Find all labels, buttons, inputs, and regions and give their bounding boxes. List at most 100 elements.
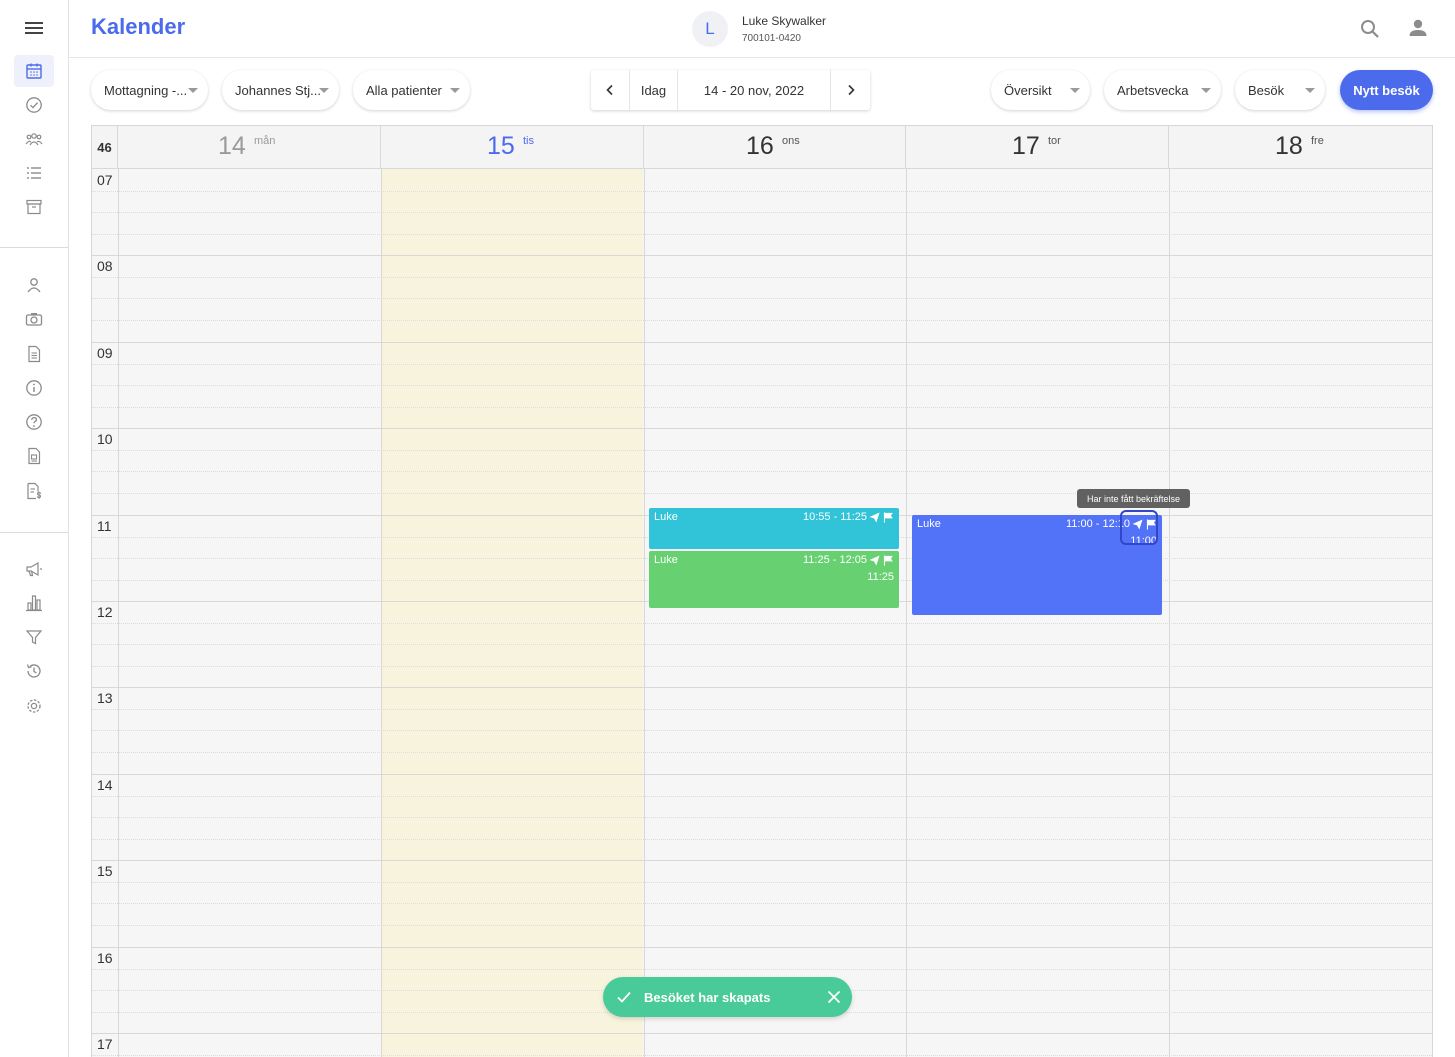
archive-icon: [26, 199, 42, 215]
column-divider: [1169, 169, 1170, 1057]
sidebar-item-statistics[interactable]: [21, 590, 47, 616]
patient-name[interactable]: Luke Skywalker: [742, 14, 826, 28]
user-account-icon[interactable]: [1406, 16, 1430, 40]
new-visit-button[interactable]: Nytt besök: [1340, 70, 1433, 110]
hour-line: [92, 860, 1432, 861]
hour-label: 16: [97, 950, 113, 966]
sidebar-item-filter[interactable]: [21, 624, 47, 650]
next-week-button[interactable]: [831, 70, 870, 110]
sidebar-item-info[interactable]: [21, 375, 47, 401]
day-name: tis: [523, 135, 534, 147]
patients-select[interactable]: Alla patienter: [353, 70, 470, 110]
camera-icon: [25, 313, 43, 326]
period-select[interactable]: Arbetsvecka: [1104, 70, 1221, 110]
quarter-line: [92, 969, 1432, 970]
quarter-line: [92, 320, 1432, 321]
event-time: 11:25 - 12:05: [802, 554, 867, 566]
sidebar-item-tasks[interactable]: [21, 92, 47, 118]
day-header-mon[interactable]: 14 mån: [118, 126, 381, 169]
sidebar-divider: [0, 247, 68, 248]
quarter-line: [92, 925, 1432, 926]
close-icon[interactable]: [826, 989, 842, 1005]
sidebar-item-archive[interactable]: [21, 194, 47, 220]
caret-down-icon: [1070, 88, 1080, 93]
clinic-select[interactable]: Mottagning -...: [91, 70, 208, 110]
flag-icon[interactable]: [883, 512, 894, 523]
history-icon: [26, 664, 41, 678]
date-navigator: Idag 14 - 20 nov, 2022: [591, 70, 870, 110]
send-icon[interactable]: [869, 512, 880, 523]
sidebar-item-help[interactable]: [21, 409, 47, 435]
today-button[interactable]: Idag: [630, 70, 678, 110]
megaphone-icon: [26, 561, 42, 577]
caret-down-icon: [188, 88, 198, 93]
info-icon: [26, 380, 42, 396]
gear-icon: [27, 699, 41, 713]
page-title: Kalender: [91, 14, 186, 39]
period-select-value: Arbetsvecka: [1117, 82, 1189, 98]
view-type-select[interactable]: Besök: [1235, 70, 1325, 110]
event-patient: Luke: [654, 554, 678, 566]
quarter-line: [92, 903, 1432, 904]
sidebar-item-groups[interactable]: [21, 126, 47, 152]
search-icon[interactable]: [1358, 17, 1382, 41]
overview-select[interactable]: Översikt: [991, 70, 1090, 110]
focus-ring: [1120, 510, 1158, 545]
previous-week-button[interactable]: [591, 70, 630, 110]
event-time: 10:55 - 11:25: [802, 511, 867, 523]
sidebar-item-history[interactable]: [21, 658, 47, 684]
hour-label: 11: [97, 518, 112, 534]
invoice-icon: [27, 482, 42, 500]
quarter-line: [92, 644, 1432, 645]
day-header-wed[interactable]: 16 ons: [644, 126, 906, 169]
day-number: 14: [218, 132, 246, 160]
app-header: Kalender L Luke Skywalker 700101-0420: [69, 0, 1455, 58]
filter-icon: [25, 630, 43, 645]
calendar-grid[interactable]: 07 08 09 10 11 12 13 14 15 16 17: [92, 169, 1432, 1057]
hour-line: [92, 947, 1432, 948]
day-name: ons: [782, 135, 800, 147]
clinic-select-value: Mottagning -...: [104, 82, 188, 98]
column-divider: [118, 169, 119, 1057]
day-header-thu[interactable]: 17 tor: [906, 126, 1169, 169]
caret-down-icon: [450, 88, 460, 93]
quarter-line: [92, 623, 1432, 624]
practitioner-select-value: Johannes Stj...: [235, 82, 321, 98]
visit-event[interactable]: Luke 10:55 - 11:25: [649, 508, 899, 549]
visit-event[interactable]: Luke 11:25 - 12:05 11:25: [649, 551, 899, 608]
send-icon[interactable]: [869, 555, 880, 566]
caret-down-icon: [1201, 88, 1211, 93]
day-name: fre: [1311, 135, 1324, 147]
day-name: tor: [1048, 135, 1061, 147]
quarter-line: [92, 450, 1432, 451]
sidebar-item-photos[interactable]: [21, 306, 47, 332]
sidebar-item-calendar[interactable]: [14, 55, 54, 87]
day-header-fri[interactable]: 18 fre: [1169, 126, 1432, 169]
quarter-line: [92, 796, 1432, 797]
hamburger-menu-icon[interactable]: [24, 18, 44, 38]
date-range-label[interactable]: 14 - 20 nov, 2022: [678, 70, 831, 110]
quarter-line: [92, 234, 1432, 235]
sidebar-item-invoices[interactable]: [21, 478, 47, 504]
avatar[interactable]: L: [692, 11, 728, 47]
sidebar-item-journal[interactable]: [21, 341, 47, 367]
hour-label: 12: [97, 604, 113, 620]
sidebar-item-patient[interactable]: [21, 272, 47, 298]
sidebar-item-forms[interactable]: [21, 443, 47, 469]
chevron-right-icon: [847, 84, 855, 96]
quarter-line: [92, 882, 1432, 883]
check-circle-icon: [26, 97, 42, 113]
day-number: 17: [1012, 132, 1040, 160]
sidebar-item-list[interactable]: [21, 160, 47, 186]
column-divider: [644, 169, 645, 1057]
flag-icon[interactable]: [883, 555, 894, 566]
hour-label: 08: [97, 258, 113, 274]
quarter-line: [92, 493, 1432, 494]
sidebar-item-campaigns[interactable]: [21, 556, 47, 582]
patient-id: 700101-0420: [742, 33, 801, 44]
day-header-tue[interactable]: 15 tis: [381, 126, 644, 169]
quarter-line: [92, 471, 1432, 472]
hour-line: [92, 342, 1432, 343]
practitioner-select[interactable]: Johannes Stj...: [222, 70, 339, 110]
sidebar-item-settings[interactable]: [21, 693, 47, 719]
